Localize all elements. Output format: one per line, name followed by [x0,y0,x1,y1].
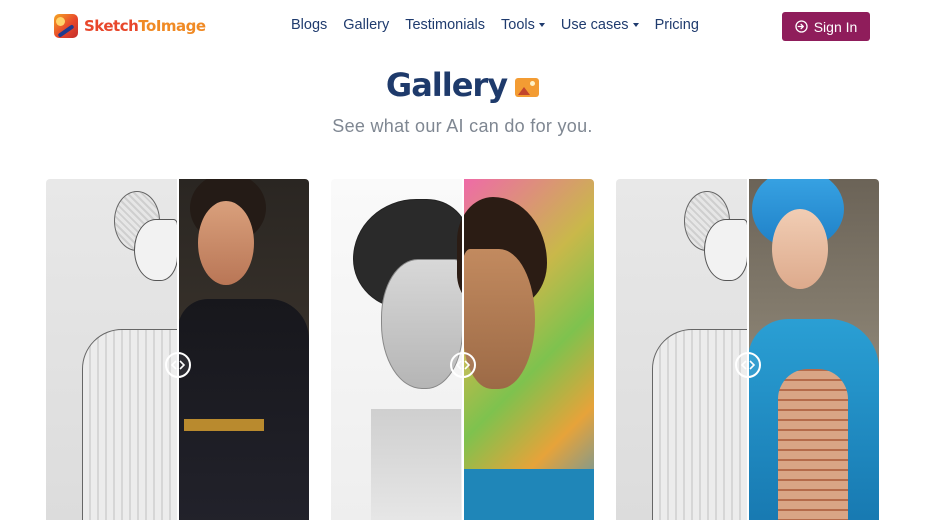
compare-divider[interactable] [747,179,749,520]
sketch-head [704,219,748,281]
compare-divider[interactable] [177,179,179,520]
sketch-image [331,179,469,520]
nav-item-label: Blogs [291,17,328,33]
page-title: Gallery [385,66,508,104]
sketch-neck [371,409,461,520]
nav-item-label: Tools [501,17,535,33]
logo-text-toimage: ToImage [138,17,206,35]
face [772,209,828,289]
picture-icon [515,77,540,97]
sketch-image [616,179,752,520]
logo[interactable]: SketchToImage [54,14,206,38]
tattoo-arm [778,369,848,520]
nav-item-label: Use cases [560,17,629,33]
gallery-card-2[interactable] [331,179,594,520]
shirt [463,469,594,520]
compare-handle[interactable] [450,352,476,378]
nav-item-use-cases[interactable]: Use cases [561,17,639,33]
color-image [178,179,309,520]
compare-arrows-icon [741,360,755,370]
face [198,201,254,285]
sign-in-button[interactable]: Sign In [782,12,870,41]
page-heading: Gallery [0,66,925,104]
compare-divider[interactable] [462,179,464,520]
nav-item-blogs[interactable]: Blogs [291,17,327,33]
nav-item-gallery[interactable]: Gallery [343,17,389,33]
compare-arrows-icon [171,360,185,370]
logo-icon [54,14,78,38]
gallery-card-1[interactable] [46,179,309,520]
nav-item-label: Gallery [343,17,390,33]
sketch-image [46,179,182,520]
blouse [178,299,309,520]
logo-text-sketch: Sketch [84,17,139,35]
site-header: SketchToImage Blogs Gallery Testimonials… [0,0,925,52]
caret-down-icon [538,23,545,27]
login-arrow-icon [795,20,808,33]
nav-item-testimonials[interactable]: Testimonials [405,17,485,33]
compare-handle[interactable] [165,352,191,378]
gallery-card-3[interactable] [616,179,879,520]
compare-arrows-icon [456,360,470,370]
sign-in-label: Sign In [813,18,858,35]
compare-handle[interactable] [735,352,761,378]
gold-trim [184,419,264,431]
nav-item-label: Testimonials [405,17,485,33]
logo-text: SketchToImage [84,17,206,35]
nav-item-pricing[interactable]: Pricing [655,17,699,33]
page-subtitle: See what our AI can do for you. [332,116,593,136]
nav-item-label: Pricing [654,17,699,33]
nav-item-tools[interactable]: Tools [501,17,545,33]
color-image [748,179,879,520]
sketch-head [134,219,178,281]
main-nav: Blogs Gallery Testimonials Tools Use cas… [291,17,715,33]
color-image [457,179,594,520]
caret-down-icon [632,23,639,27]
